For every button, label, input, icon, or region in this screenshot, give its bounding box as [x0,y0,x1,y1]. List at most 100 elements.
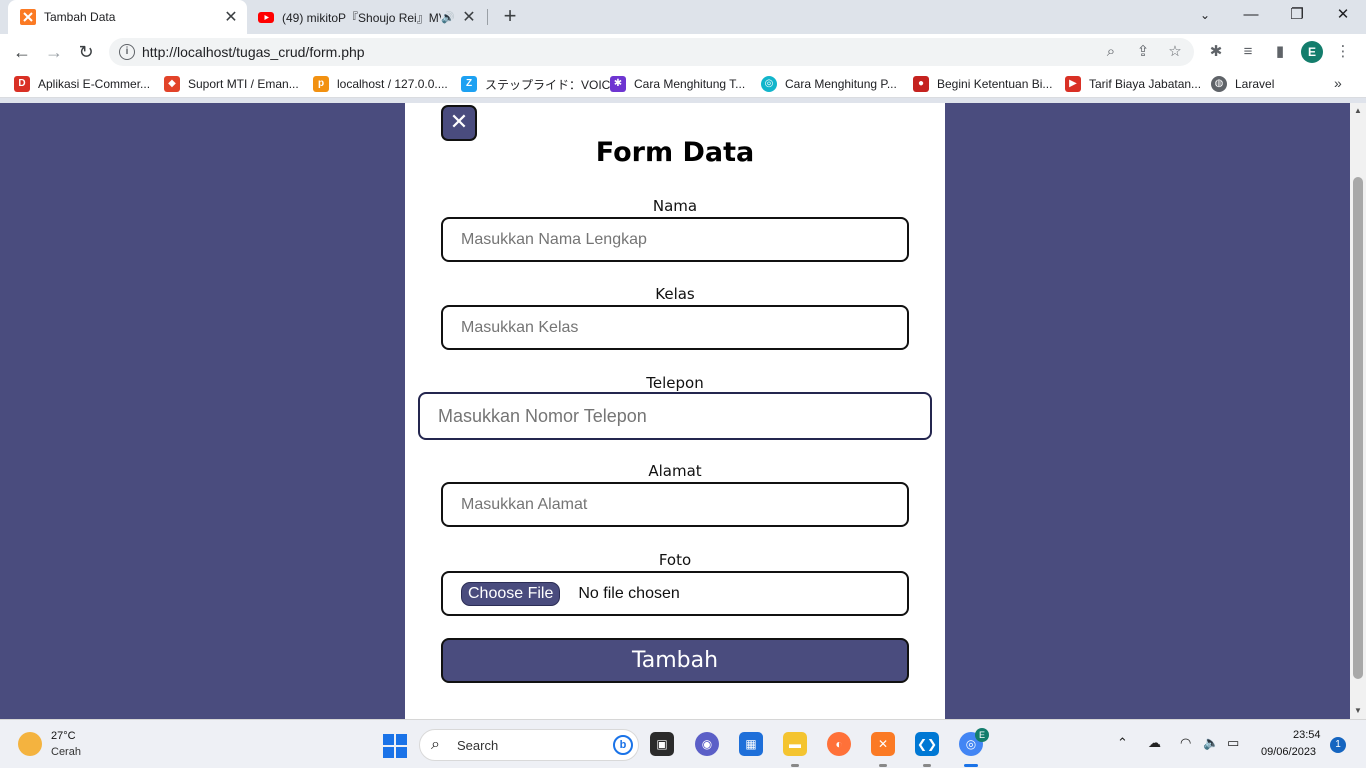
bookmark-star-icon[interactable]: ☆ [1165,42,1185,62]
alamat-label: Alamat [648,462,702,480]
scroll-thumb[interactable] [1353,177,1363,679]
task-view-icon[interactable]: ▣ [650,732,674,756]
tab-divider [487,9,488,25]
notification-badge[interactable]: 1 [1330,737,1346,753]
search-label: Search [457,738,499,753]
media-control-icon[interactable]: ≡ [1238,42,1258,62]
phpmyadmin-icon: p [313,76,329,92]
minimize-button[interactable]: — [1228,0,1274,30]
tab-title: (49) mikitoP『Shoujo Rei』MV [282,10,442,25]
page-title: Form Data [595,137,755,168]
telepon-label: Telepon [646,374,704,392]
bookmark-item[interactable]: ✱ Cara Menghitung T... [610,76,745,92]
tray-chevron-up-icon[interactable]: ⌃ [1117,735,1128,751]
chat-icon[interactable]: ◉ [695,732,719,756]
bookmark-item[interactable]: p localhost / 127.0.0.... [313,76,448,92]
bookmark-item[interactable]: Z ステップライド：VOIC... [461,76,620,92]
running-indicator [791,764,799,767]
address-bar[interactable]: i http://localhost/tugas_crud/form.php ⌕… [109,38,1194,66]
running-indicator [923,764,931,767]
swirl-icon: ◎ [761,76,777,92]
clock-time[interactable]: 23:54 [1293,729,1321,741]
bookmark-item[interactable]: ◆ Suport MTI / Eman... [164,76,299,92]
dw-icon: D [14,76,30,92]
bing-icon[interactable]: b [613,735,633,755]
bookmarks-bar: D Aplikasi E-Commer... ◆ Suport MTI / Eman… [0,70,1366,98]
reload-icon[interactable]: ↻ [74,40,98,64]
bookmark-item[interactable]: ◎ Cara Menghitung P... [761,76,897,92]
clock-date[interactable]: 09/06/2023 [1261,746,1316,758]
bookmark-item[interactable]: D Aplikasi E-Commer... [14,76,150,92]
bookmark-label: Suport MTI / Eman... [188,77,299,91]
back-arrow-icon[interactable]: ← [10,40,34,64]
onedrive-cloud-icon[interactable]: ☁ [1148,735,1161,751]
windows-taskbar: 27°C Cerah ⌕ Search b ▣ ◉ ▦ ▬ ◐ ✕ ❮❯ ◎ E… [0,719,1366,768]
share-icon[interactable]: ⇪ [1133,42,1153,62]
store-icon[interactable]: ▦ [739,732,763,756]
bookmark-label: ステップライド：VOIC... [485,77,621,92]
zoom-icon[interactable]: ⌕ [1101,42,1121,62]
alamat-input[interactable] [441,482,909,527]
nama-label: Nama [652,197,698,215]
bookmark-item[interactable]: ● Begini Ketentuan Bi... [913,76,1052,92]
star-icon: ✱ [610,76,626,92]
bookmark-label: localhost / 127.0.0.... [337,77,448,91]
bookmark-label: Cara Menghitung P... [785,77,897,91]
weather-sun-icon[interactable] [18,732,42,756]
browser-toolbar: ← → ↻ i http://localhost/tugas_crud/form… [0,34,1366,70]
battery-icon[interactable]: ▭ [1227,735,1239,751]
tab-youtube[interactable]: (49) mikitoP『Shoujo Rei』MV 🔊 ✕ [250,0,485,34]
windows-start-icon[interactable] [383,734,407,758]
scroll-down-icon[interactable]: ▼ [1350,703,1366,719]
youtube-icon [258,12,274,23]
menu-kebab-icon[interactable]: ⋮ [1333,42,1353,62]
telepon-input[interactable] [418,392,932,440]
nama-input[interactable] [441,217,909,262]
restore-button[interactable]: ❐ [1274,0,1320,30]
wifi-icon[interactable]: ◠ [1180,735,1191,751]
bookmark-label: Aplikasi E-Commer... [38,77,151,91]
running-indicator [879,764,887,767]
bookmarks-overflow-icon[interactable]: » [1334,75,1342,91]
chrome-profile-badge: E [975,728,989,742]
scroll-up-icon[interactable]: ▲ [1350,103,1366,119]
forward-arrow-icon[interactable]: → [42,40,66,64]
side-panel-icon[interactable]: ▮ [1270,42,1290,62]
foto-file-input[interactable]: Choose File No file chosen [441,571,909,616]
file-explorer-icon[interactable]: ▬ [783,732,807,756]
page-viewport: ✕ Form Data Nama Kelas Telepon Alamat Fo… [0,103,1350,719]
bookmark-item[interactable]: ◍ Laravel [1211,76,1274,92]
extensions-puzzle-icon[interactable]: ✱ [1206,42,1226,62]
foto-label: Foto [658,551,692,569]
active-indicator [964,764,978,767]
choose-file-button[interactable]: Choose File [461,581,561,606]
tab-title: Tambah Data [44,10,116,24]
tab-close-icon[interactable]: ✕ [221,7,241,27]
kelas-label: Kelas [655,285,695,303]
tab-search-chevron-down-icon[interactable]: ⌄ [1182,0,1228,30]
new-tab-icon[interactable]: + [498,4,522,28]
tab-close-icon[interactable]: ✕ [459,7,479,27]
tambah-submit-button[interactable]: Tambah [441,638,909,683]
xampp-icon [20,9,36,25]
gitlab-icon: ◆ [164,76,180,92]
xampp-icon[interactable]: ✕ [871,732,895,756]
profile-avatar[interactable]: E [1301,41,1323,63]
taskbar-search[interactable]: ⌕ Search b [419,729,639,761]
page-scrollbar[interactable]: ▲ ▼ [1350,103,1366,719]
bookmark-label: Laravel [1235,77,1275,91]
site-info-icon[interactable]: i [119,44,135,60]
firefox-icon[interactable]: ◐ [827,732,851,756]
bookmark-label: Begini Ketentuan Bi... [937,77,1053,91]
weather-temperature[interactable]: 27°C [51,730,76,742]
weather-description[interactable]: Cerah [51,746,81,758]
bookmark-item[interactable]: ▶ Tarif Biaya Jabatan... [1065,76,1201,92]
kelas-input[interactable] [441,305,909,350]
close-window-button[interactable]: ✕ [1320,0,1366,30]
volume-icon[interactable]: 🔈 [1203,735,1219,751]
url-text[interactable]: http://localhost/tugas_crud/form.php [142,44,365,60]
tab-tambah-data[interactable]: Tambah Data ✕ [8,0,247,34]
vscode-icon[interactable]: ❮❯ [915,732,939,756]
audio-playing-icon[interactable]: 🔊 [441,11,455,24]
close-form-button[interactable]: ✕ [441,105,477,141]
